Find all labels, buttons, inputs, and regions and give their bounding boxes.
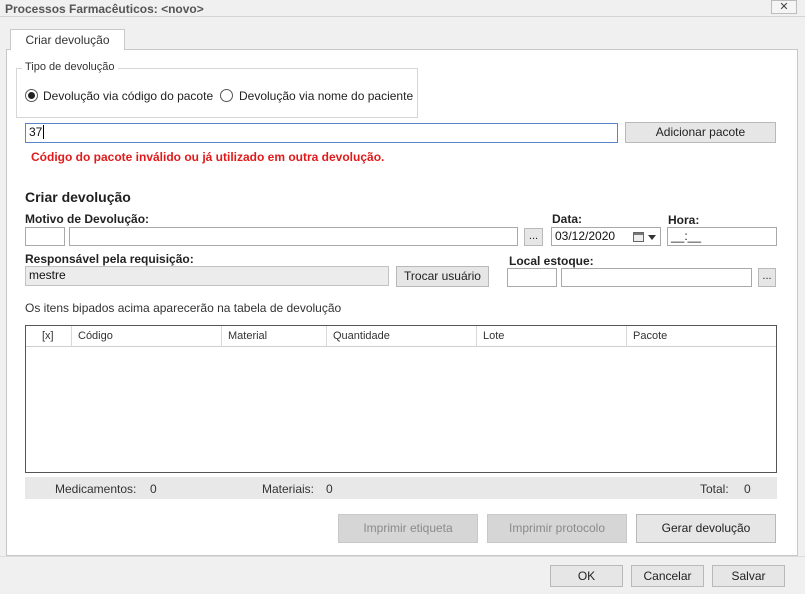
cancel-button[interactable]: Cancelar [631,565,704,587]
data-input[interactable]: 03/12/2020 [551,227,661,246]
table-header: [x] Código Material Quantidade Lote Paco… [26,326,776,347]
imprimir-protocolo-button[interactable]: Imprimir protocolo [487,514,627,543]
data-value: 03/12/2020 [555,229,616,243]
local-estoque-code-input[interactable] [507,268,557,287]
chevron-down-icon[interactable] [648,235,656,240]
responsavel-input: mestre [25,266,389,286]
save-button[interactable]: Salvar [712,565,785,587]
radio-nome-paciente[interactable] [220,89,233,102]
medicamentos-label: Medicamentos: [55,482,137,496]
col-select[interactable]: [x] [26,326,72,346]
materiais-count: 0 [326,482,333,496]
motivo-lookup-button[interactable]: ... [524,228,543,246]
close-button[interactable]: ✕ [771,0,797,14]
summary-bar: Medicamentos: 0 Materiais: 0 Total: 0 [25,477,777,499]
gerar-devolucao-button[interactable]: Gerar devolução [636,514,776,543]
col-material[interactable]: Material [222,326,327,346]
col-lote[interactable]: Lote [477,326,627,346]
total-label: Total: [700,482,729,496]
table-hint: Os itens bipados acima aparecerão na tab… [25,301,342,315]
motivo-code-input[interactable] [25,227,65,246]
col-codigo[interactable]: Código [72,326,222,346]
col-quantidade[interactable]: Quantidade [327,326,477,346]
data-label: Data: [552,212,583,226]
motivo-desc-input[interactable] [69,227,518,246]
title-bar: Processos Farmacêuticos: <novo> ✕ [0,0,805,17]
motivo-label: Motivo de Devolução: [25,212,150,226]
local-estoque-label: Local estoque: [509,254,594,268]
col-pacote[interactable]: Pacote [627,326,776,346]
devolucao-table[interactable]: [x] Código Material Quantidade Lote Paco… [25,325,777,473]
window-title: Processos Farmacêuticos: <novo> [5,2,204,16]
radio-nome-paciente-label[interactable]: Devolução via nome do paciente [239,89,413,103]
close-icon: ✕ [779,1,789,13]
trocar-usuario-button[interactable]: Trocar usuário [396,266,489,287]
materiais-label: Materiais: [262,482,315,496]
error-message: Código do pacote inválido ou já utilizad… [31,150,385,164]
adicionar-pacote-button[interactable]: Adicionar pacote [625,122,776,143]
hora-input[interactable]: __:__ [667,227,777,246]
pacote-input-value: 37 [29,125,43,139]
pacote-input[interactable]: 37 [25,123,618,143]
imprimir-etiqueta-button[interactable]: Imprimir etiqueta [338,514,478,543]
responsavel-label: Responsável pela requisição: [25,252,194,266]
local-estoque-lookup-button[interactable]: ... [758,268,776,287]
total-count: 0 [744,482,751,496]
tab-criar-devolucao[interactable]: Criar devolução [10,29,125,50]
calendar-icon[interactable] [633,232,644,242]
radio-codigo-pacote[interactable] [25,89,38,102]
ok-button[interactable]: OK [550,565,623,587]
local-estoque-desc-input[interactable] [561,268,752,287]
radio-codigo-pacote-label[interactable]: Devolução via código do pacote [43,89,213,103]
medicamentos-count: 0 [150,482,157,496]
tipo-devolucao-title: Tipo de devolução [22,61,118,73]
hora-label: Hora: [668,213,700,227]
section-title: Criar devolução [25,189,131,205]
